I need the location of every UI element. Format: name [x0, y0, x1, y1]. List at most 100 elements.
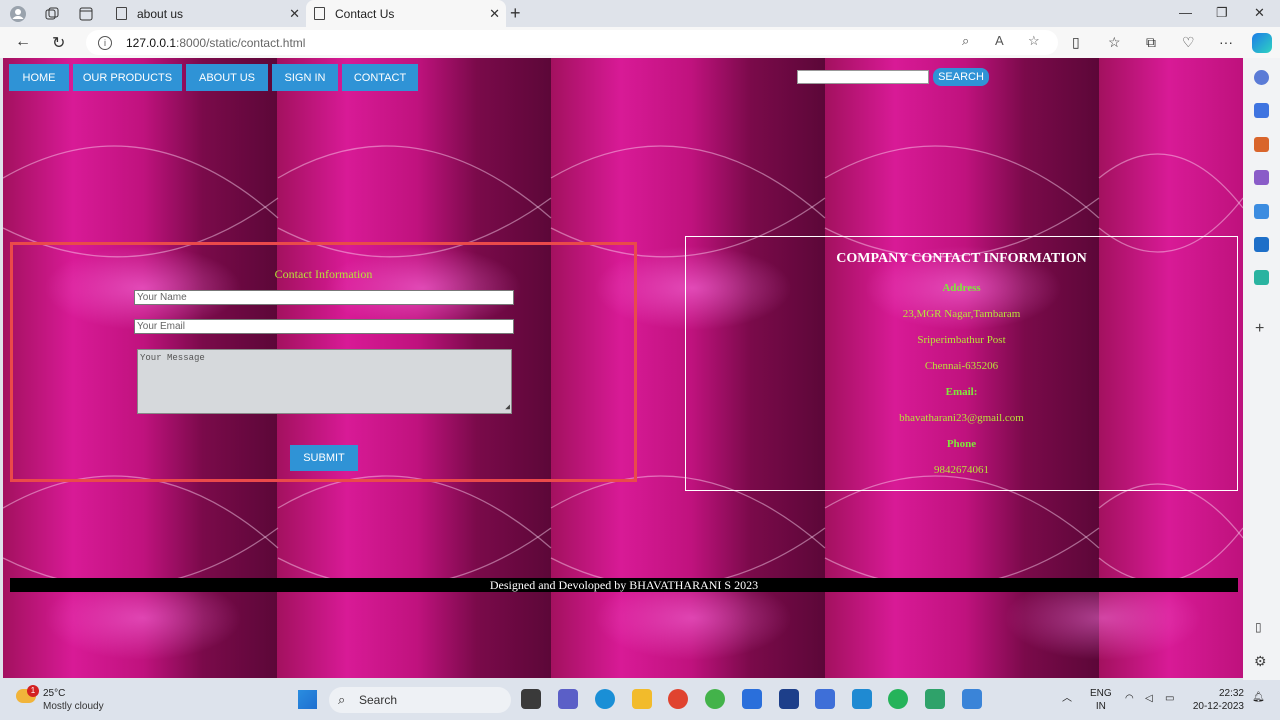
close-tab-icon[interactable]: ✕	[289, 6, 300, 22]
search-label: Search	[359, 693, 398, 707]
split-screen-icon[interactable]: ▯	[1072, 34, 1080, 51]
games-icon[interactable]	[1254, 170, 1269, 185]
tab-actions-icon[interactable]	[77, 5, 95, 23]
notification-bell-icon[interactable]: 🔔︎	[1252, 691, 1265, 704]
nav-home[interactable]: HOME	[9, 64, 69, 91]
windows-start-icon[interactable]	[298, 690, 317, 709]
email-field[interactable]: Your Email	[134, 319, 514, 334]
search-input[interactable]	[797, 70, 929, 84]
vscode-icon[interactable]	[852, 689, 872, 709]
profile-icon[interactable]	[9, 5, 27, 23]
notepad-icon[interactable]	[925, 689, 945, 709]
maximize-icon[interactable]: ❐	[1216, 5, 1228, 21]
volume-icon[interactable]: ◁	[1145, 692, 1153, 705]
tab-title: Contact Us	[335, 6, 395, 21]
close-window-icon[interactable]: ✕	[1254, 5, 1265, 21]
favorite-star-icon[interactable]: ☆	[1028, 33, 1040, 49]
url-path: :8000/static/contact.html	[176, 35, 306, 50]
hide-sidebar-icon[interactable]: ▯	[1255, 620, 1262, 634]
contact-form: Contact Information Your Name Your Email…	[10, 242, 637, 482]
teams-icon[interactable]	[558, 689, 578, 709]
tools-icon[interactable]	[1254, 137, 1269, 152]
app-icon[interactable]	[705, 689, 725, 709]
system-clock[interactable]: 22:32 20-12-2023	[1193, 687, 1244, 713]
address-bar[interactable]: i 127.0.0.1:8000/static/contact.html	[86, 30, 1058, 55]
address-heading: Address	[942, 282, 981, 294]
show-hidden-icons[interactable]: ︿	[1062, 692, 1072, 705]
phone-heading: Phone	[946, 438, 977, 450]
wifi-icon[interactable]: ◠	[1125, 692, 1134, 705]
tab-contact-us[interactable]: Contact Us ✕	[306, 0, 506, 27]
add-sidebar-app-icon[interactable]: +	[1255, 320, 1264, 338]
browser-tab-strip: about us ✕ Contact Us ✕ + — ❐ ✕	[0, 0, 1280, 27]
nav-contact[interactable]: CONTACT	[342, 64, 418, 91]
store-icon[interactable]	[742, 689, 762, 709]
page-viewport: HOME OUR PRODUCTS ABOUT US SIGN IN CONTA…	[3, 58, 1243, 678]
company-contact-info: COMPANY CONTACT INFORMATION Address 23,M…	[685, 236, 1238, 491]
search-button[interactable]: SEARCH	[933, 68, 989, 86]
taskbar-search[interactable]: ⌕ Search	[329, 687, 511, 713]
site-info-icon[interactable]: i	[98, 35, 112, 50]
windows-taskbar: 1 25°C Mostly cloudy ⌕ Search ︿ ENG IN ◠…	[0, 680, 1280, 720]
back-icon[interactable]: ←	[15, 33, 31, 51]
zoom-icon[interactable]: ⌕	[962, 33, 969, 49]
nav-about-us[interactable]: ABOUT US	[186, 64, 268, 91]
address-line: 23,MGR Nagar,Tambaram	[902, 308, 1021, 320]
workspaces-icon[interactable]	[43, 5, 61, 23]
l-app-icon[interactable]	[779, 689, 799, 709]
refresh-icon[interactable]: ↻	[52, 33, 65, 53]
search-icon: ⌕	[338, 692, 346, 707]
task-view-icon[interactable]	[521, 689, 541, 709]
minimize-icon[interactable]: —	[1179, 5, 1192, 20]
region-code: IN	[1095, 701, 1106, 712]
language-code: ENG	[1090, 688, 1112, 699]
language-indicator[interactable]: ENG IN	[1090, 687, 1112, 713]
search-icon[interactable]	[1254, 70, 1269, 85]
read-aloud-icon[interactable]: A	[995, 33, 1004, 48]
phone-value: 9842674061	[934, 464, 989, 476]
site-navbar: HOME OUR PRODUCTS ABOUT US SIGN IN CONTA…	[9, 64, 418, 91]
weather-condition: Mostly cloudy	[43, 701, 104, 712]
new-tab-icon[interactable]: +	[510, 3, 521, 24]
address-line: Chennai-635206	[924, 360, 999, 372]
photos-icon[interactable]	[962, 689, 982, 709]
tab-title: about us	[137, 6, 184, 21]
sidebar-settings-icon[interactable]: ⚙	[1254, 653, 1267, 670]
edge-sidebar: + ▯ ⚙	[1243, 58, 1280, 680]
url-host: 127.0.0.1	[126, 35, 177, 50]
tab-about-us[interactable]: about us ✕	[108, 0, 306, 27]
drop-icon[interactable]	[1254, 270, 1269, 285]
copilot-icon[interactable]	[1252, 33, 1272, 53]
address-toolbar: ← ↻ i 127.0.0.1:8000/static/contact.html…	[0, 27, 1280, 58]
message-placeholder: Your Message	[140, 353, 205, 363]
shopping-icon[interactable]	[1254, 103, 1269, 118]
microsoft-365-icon[interactable]	[1254, 204, 1269, 219]
file-explorer-icon[interactable]	[632, 689, 652, 709]
collections-icon[interactable]: ⧉	[1146, 34, 1156, 51]
temperature: 25°C	[43, 688, 66, 699]
clock-time: 22:32	[1218, 688, 1244, 699]
edge-icon[interactable]	[595, 689, 615, 709]
battery-icon[interactable]: ▭	[1165, 692, 1174, 705]
clock-date: 20-12-2023	[1192, 701, 1244, 712]
whatsapp-icon[interactable]	[888, 689, 908, 709]
form-title: Contact Information	[274, 267, 373, 281]
favorites-icon[interactable]: ☆	[1108, 34, 1121, 51]
nav-sign-in[interactable]: SIGN IN	[272, 64, 338, 91]
name-field[interactable]: Your Name	[134, 290, 514, 305]
page-icon	[116, 7, 127, 20]
nav-our-products[interactable]: OUR PRODUCTS	[73, 64, 182, 91]
close-tab-icon[interactable]: ✕	[489, 6, 500, 22]
message-textarea[interactable]: Your Message ◢	[137, 349, 512, 414]
notification-badge: 1	[27, 685, 39, 697]
chrome-icon[interactable]	[668, 689, 688, 709]
submit-button[interactable]: SUBMIT	[290, 445, 358, 471]
browser-essentials-icon[interactable]: ♡	[1182, 34, 1195, 51]
page-icon	[314, 7, 325, 20]
more-menu-icon[interactable]: ···	[1219, 34, 1233, 50]
a-app-icon[interactable]	[815, 689, 835, 709]
resize-handle-icon[interactable]: ◢	[505, 402, 510, 412]
outlook-icon[interactable]	[1254, 237, 1269, 252]
email-heading: Email:	[945, 386, 978, 398]
email-value: bhavatharani23@gmail.com	[899, 412, 1024, 424]
